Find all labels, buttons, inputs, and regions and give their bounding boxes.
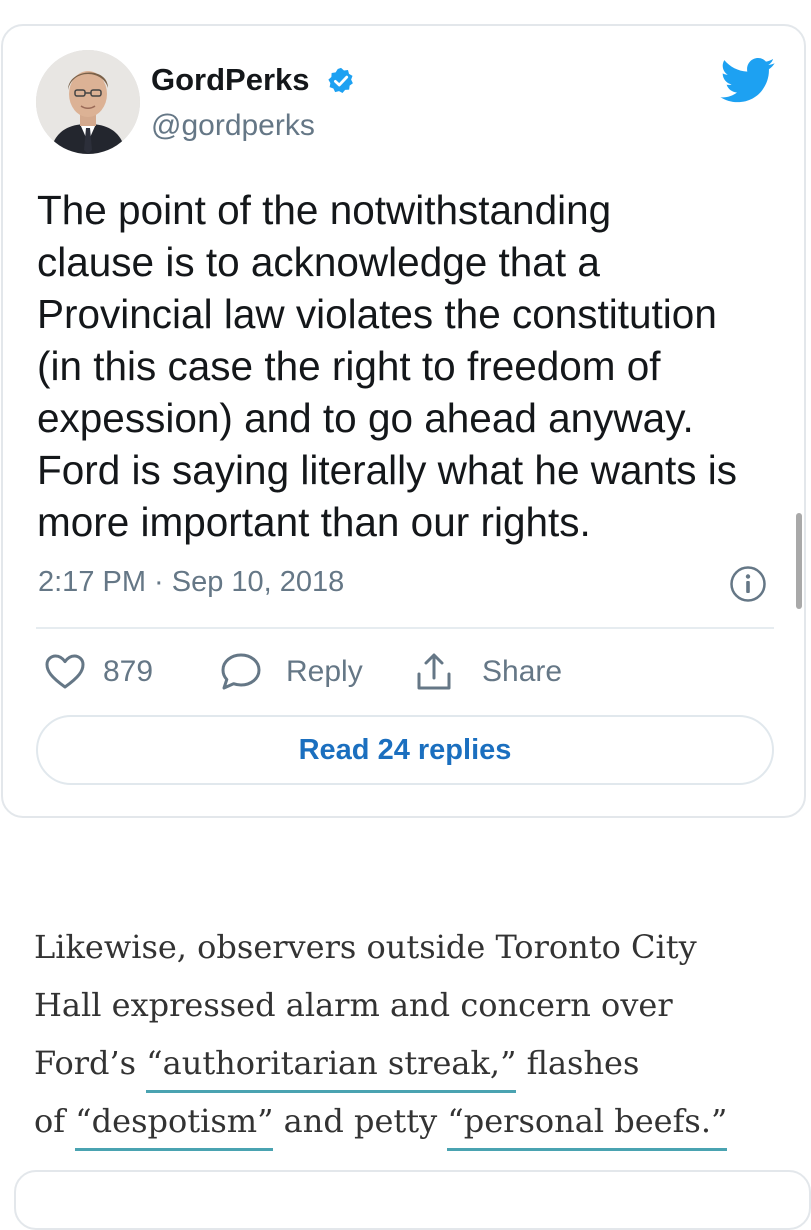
author-handle[interactable]: @gordperks [151,106,315,146]
article-line: Likewise, observers outside Toronto City [34,928,697,966]
article-paragraph: Likewise, observers outside Toronto City… [34,918,794,1151]
heart-icon [45,654,85,689]
like-count: 879 [103,655,154,688]
tweet-divider [36,627,774,629]
tweet-text-line: more important than our rights. [37,499,591,545]
despotism-link[interactable]: “despotism” [75,1102,274,1151]
article-text-fragment: of [34,1102,76,1140]
reply-label: Reply [286,655,363,688]
tweet-text-line: (in this case the right to freedom of [37,343,661,389]
scrollbar-thumb[interactable] [796,513,802,609]
article-text-fragment: and petty [273,1102,448,1140]
share-icon [417,653,451,690]
tweet-text-line: expession) and to go ahead anyway. [37,395,694,441]
tweet-timestamp[interactable]: 2:17 PM · Sep 10, 2018 [38,562,344,602]
tweet-text-line: Ford is saying literally what he wants i… [37,447,738,493]
author-name-text: GordPerks [151,62,310,97]
personal-beefs-link[interactable]: “personal beefs.” [447,1102,728,1151]
authoritarian-streak-link[interactable]: “authoritarian streak,” [146,1044,517,1093]
info-icon[interactable] [729,565,767,603]
reply-bubble-icon [221,653,261,690]
avatar-photo [36,50,140,154]
tweet-body: The point of the notwithstanding clause … [37,184,777,548]
article-line: Ford’s “authoritarian streak,” flashes [34,1034,794,1093]
reply-button[interactable]: Reply [220,648,363,696]
next-embed-card [14,1170,811,1230]
tweet-text-line: The point of the notwithstanding [37,187,612,233]
like-button[interactable]: 879 [45,648,153,696]
article-line: of “despotism” and petty “personal beefs… [34,1092,794,1151]
share-button[interactable]: Share [414,648,562,696]
verified-badge-icon [328,67,354,93]
read-replies-button[interactable]: Read 24 replies [36,715,774,785]
twitter-bird-icon[interactable] [720,58,776,104]
article-text-fragment: flashes [516,1044,640,1082]
share-label: Share [482,655,563,688]
avatar[interactable] [36,50,140,154]
tweet-text-line: clause is to acknowledge that a [37,239,600,285]
article-text-fragment: Ford’s [34,1044,147,1082]
tweet-text-line: Provincial law violates the constitution [37,291,717,337]
author-display-name[interactable]: GordPerks [151,60,356,100]
article-line: Hall expressed alarm and concern over [34,986,673,1024]
